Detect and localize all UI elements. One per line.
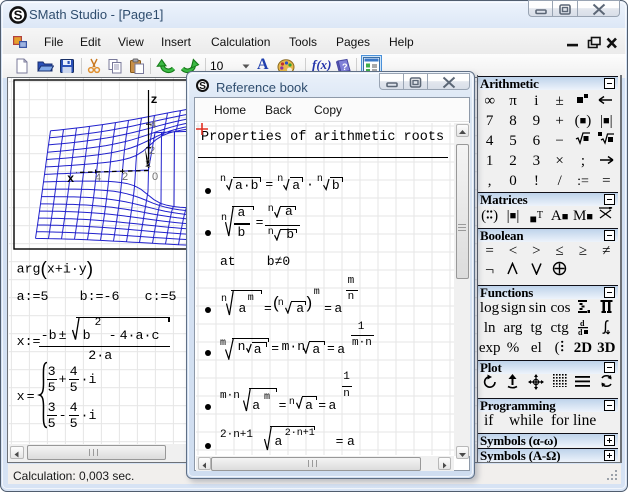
svg-text:z: z — [150, 93, 157, 107]
svg-text:4: 4 — [95, 172, 101, 184]
svg-text:S: S — [199, 81, 206, 92]
svg-text:2: 2 — [145, 158, 151, 170]
svg-text:S: S — [14, 8, 23, 23]
svg-text:x: x — [67, 172, 74, 186]
svg-text:d: d — [580, 319, 585, 328]
svg-text:2: 2 — [149, 145, 155, 157]
svg-text:4: 4 — [150, 119, 156, 131]
svg-text:0: 0 — [152, 171, 158, 183]
svg-text:d: d — [578, 328, 583, 335]
